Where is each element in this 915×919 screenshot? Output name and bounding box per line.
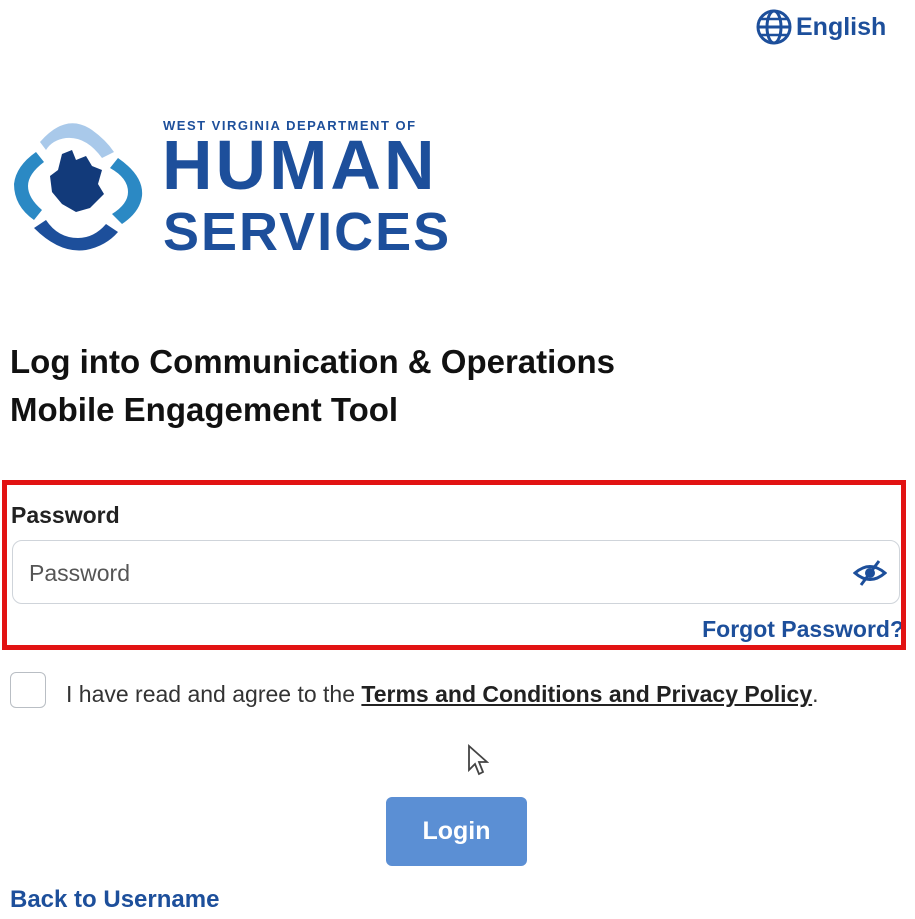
- terms-suffix: .: [812, 681, 819, 707]
- terms-prefix: I have read and agree to the: [66, 681, 362, 707]
- mouse-cursor-icon: [468, 744, 489, 776]
- password-input[interactable]: [27, 551, 831, 595]
- password-field[interactable]: [12, 540, 900, 604]
- password-label: Password: [11, 502, 120, 528]
- logo-sub-line: SERVICES: [163, 202, 452, 262]
- language-selector[interactable]: English: [754, 8, 886, 46]
- page-title-line-2: Mobile Engagement Tool: [10, 391, 399, 428]
- eye-hidden-icon[interactable]: [853, 558, 887, 588]
- language-label: English: [796, 12, 887, 41]
- forgot-password-link[interactable]: Forgot Password?: [702, 616, 904, 643]
- password-section: Password Forgot Password?: [0, 480, 914, 660]
- login-button[interactable]: Login: [386, 797, 527, 866]
- logo-main-line: HUMAN: [162, 126, 438, 204]
- page-title-line-1: Log into Communication & Operations: [10, 343, 615, 380]
- terms-text: I have read and agree to the Terms and C…: [10, 674, 870, 714]
- agency-logo: WEST VIRGINIA DEPARTMENT OF HUMAN SERVIC…: [6, 112, 464, 262]
- page-title: Log into Communication & Operations Mobi…: [10, 338, 890, 434]
- terms-link[interactable]: Terms and Conditions and Privacy Policy: [361, 681, 812, 707]
- west-virginia-logo-icon: [14, 123, 143, 251]
- globe-icon: [756, 9, 792, 45]
- back-to-username-link[interactable]: Back to Username: [10, 886, 219, 914]
